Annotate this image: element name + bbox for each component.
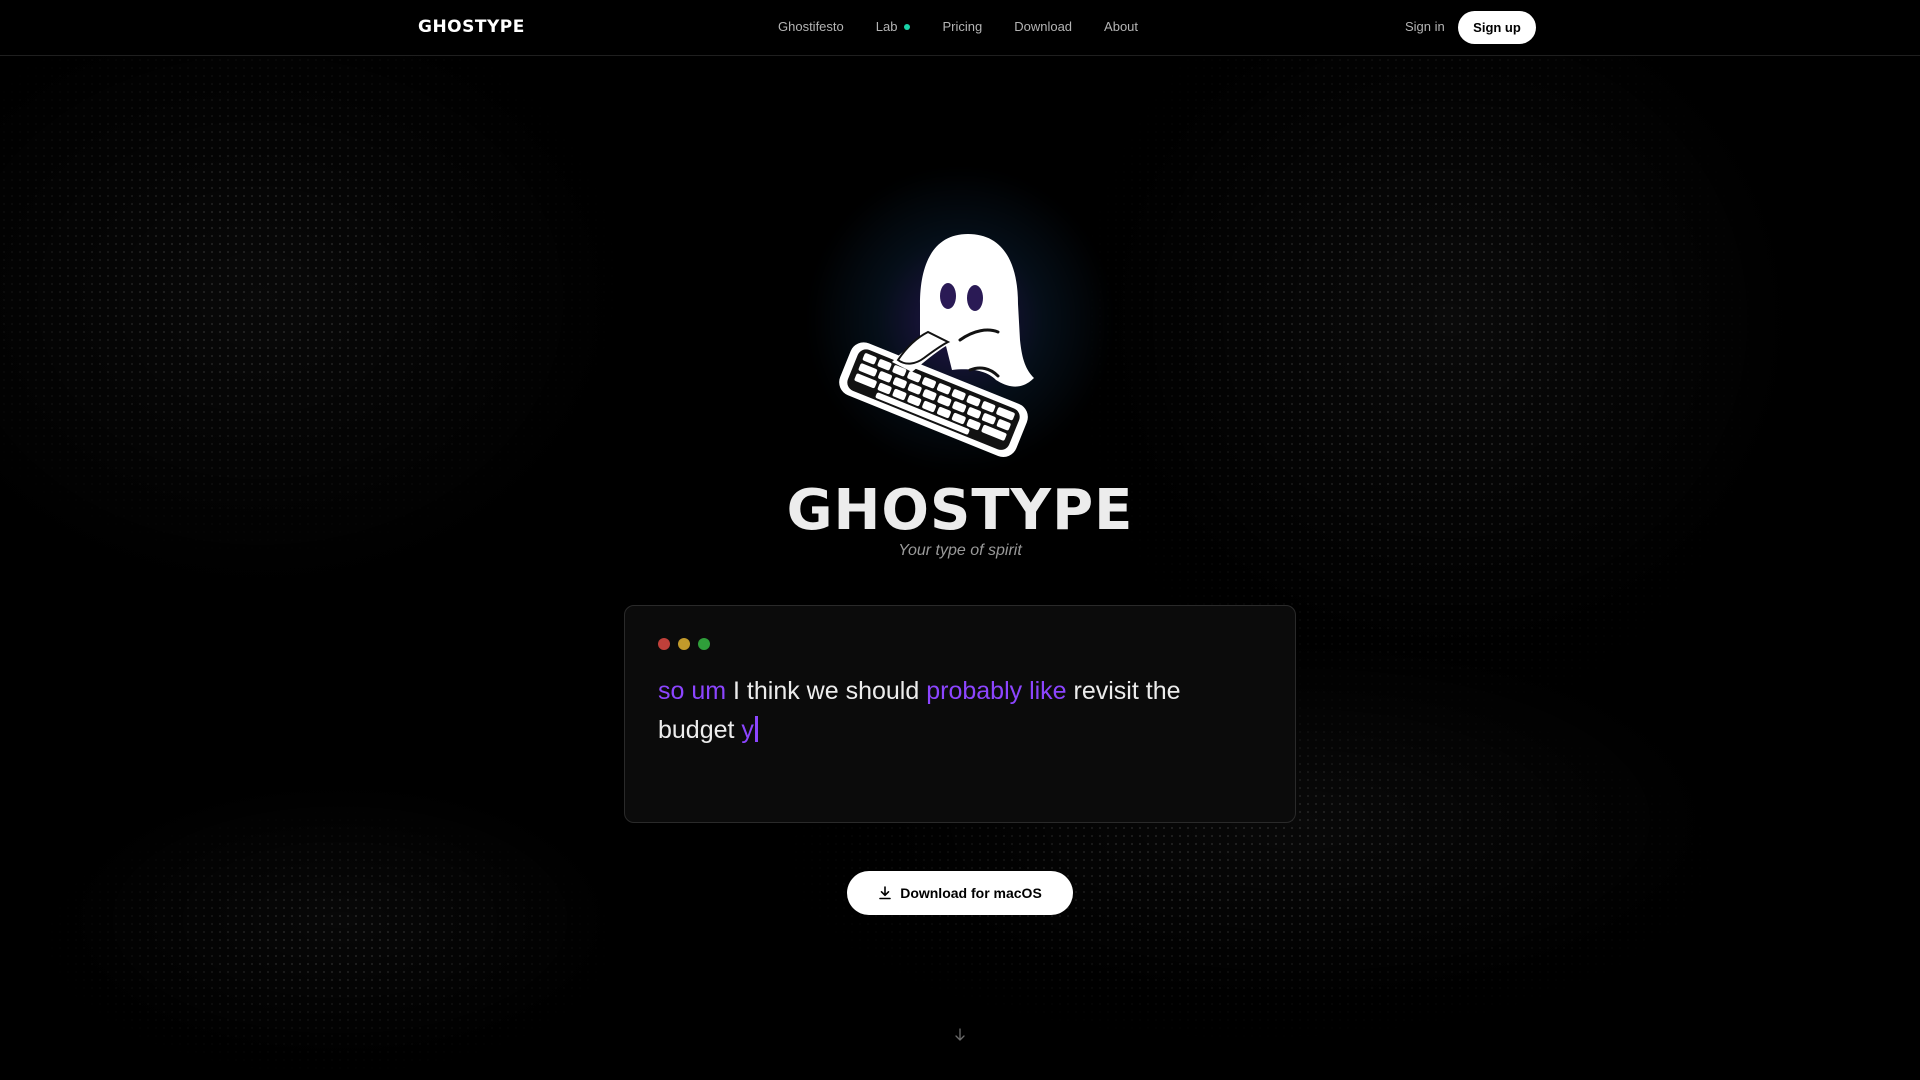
sign-up-button[interactable]: Sign up <box>1458 11 1536 44</box>
nav-link-about[interactable]: About <box>1104 19 1138 34</box>
nav-link-label: About <box>1104 19 1139 34</box>
close-dot-icon <box>658 638 670 650</box>
sign-in-link[interactable]: Sign in <box>1405 19 1445 34</box>
window-traffic-lights <box>658 638 710 650</box>
filler-words: probably like <box>926 677 1067 705</box>
page: GHOSTYPE Ghostifesto Lab Pricing Downloa… <box>0 0 1920 1080</box>
nav-link-pricing[interactable]: Pricing <box>942 19 982 34</box>
nav-link-label: Download <box>1014 19 1073 34</box>
nav-links: Ghostifesto Lab Pricing Download About <box>778 19 1138 34</box>
nav-link-download[interactable]: Download <box>1014 19 1072 34</box>
top-navigation: GHOSTYPE Ghostifesto Lab Pricing Downloa… <box>0 0 1920 56</box>
arrow-down-icon[interactable] <box>954 1028 966 1042</box>
nav-link-ghostifesto[interactable]: Ghostifesto <box>778 19 844 34</box>
transcript-text: I think we should <box>726 677 927 705</box>
dictation-demo-window: so um I think we should probably like re… <box>624 605 1296 823</box>
typing-caret <box>754 716 758 742</box>
nav-link-label: Pricing <box>942 19 983 34</box>
brand-logo[interactable]: GHOSTYPE <box>418 17 525 37</box>
hero-subtitle: Your type of spirit <box>898 542 1022 559</box>
lab-status-dot <box>904 23 911 30</box>
nav-link-label: Ghostifesto <box>778 19 844 34</box>
download-macos-label: Download for macOS <box>900 885 1042 901</box>
hero-title: GHOSTYPE <box>786 478 1134 543</box>
filler-words: y <box>741 716 754 744</box>
nav-link-label: Lab <box>875 19 898 34</box>
demo-transcript: so um I think we should probably like re… <box>658 672 1258 750</box>
filler-words: so um <box>658 677 727 705</box>
maximize-dot-icon <box>698 638 710 650</box>
download-macos-button[interactable]: Download for macOS <box>847 871 1073 915</box>
minimize-dot-icon <box>678 638 690 650</box>
download-icon <box>879 886 892 900</box>
nav-link-lab[interactable]: Lab <box>876 19 911 34</box>
ghost-typing-mascot-illustration <box>839 234 1034 457</box>
